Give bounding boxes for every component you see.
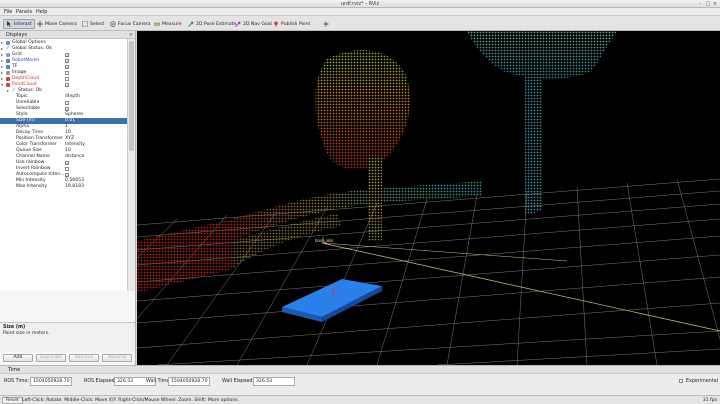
focus-camera-label: Focus Camera (118, 21, 151, 27)
wall-time-field[interactable]: 1504050928.70 (168, 377, 210, 386)
publish-point-tool[interactable]: Publish Point (270, 19, 313, 29)
grid-enable-checkbox[interactable]: ✓ (65, 53, 69, 58)
use-rainbow-checkbox[interactable]: ✓ (65, 161, 69, 166)
ros-time-field[interactable]: 1504050928.70 (30, 377, 72, 386)
description-title: Size (m) (3, 325, 26, 330)
ros-time-label: ROS Time: (4, 379, 30, 384)
prop-value[interactable]: 19.8183 (65, 184, 84, 190)
menu-panels[interactable]: Panels (16, 9, 32, 15)
focus-icon (110, 21, 116, 27)
check-icon: ✓ (6, 46, 10, 51)
nav-goal-label: 2D Nav Goal (243, 21, 272, 27)
interact-label: Interact (14, 21, 32, 27)
publish-point-label: Publish Point (281, 21, 311, 27)
check-icon: ✓ (12, 88, 16, 93)
description-text: Point size in meters. (3, 331, 50, 336)
wall-elapsed-field[interactable]: 326.53 (253, 377, 295, 386)
ros-elapsed-label: ROS Elapsed: (84, 379, 117, 384)
fps-readout: 31 fps (702, 398, 717, 403)
displays-title: Displays (6, 32, 28, 38)
wall-elapsed-label: Wall Elapsed: (222, 379, 255, 384)
image-icon (6, 71, 10, 75)
point-cloud-enable-checkbox[interactable]: ✓ (65, 83, 69, 88)
displays-header: Displays × (0, 31, 135, 39)
grid-icon (6, 53, 10, 57)
frame-label: base_link (315, 238, 334, 243)
depth-cloud-icon (6, 77, 10, 81)
measure-label: Measure (162, 21, 182, 27)
tf-icon (6, 65, 10, 69)
prop-max-intensity[interactable]: Max Intensity 19.8183 (0, 184, 127, 190)
measure-tool[interactable]: Measure (151, 19, 185, 29)
displays-tree: ▸ Global Options ▸ ✓ Global Status: Ok ▸… (0, 39, 135, 291)
focus-camera-tool[interactable]: Focus Camera (107, 19, 154, 29)
blue-box (282, 279, 382, 322)
depth-cloud-enable-checkbox[interactable] (65, 77, 69, 81)
time-header: Time (0, 366, 720, 374)
green-arrow-icon (188, 21, 194, 27)
add-button[interactable]: Add (3, 354, 33, 362)
experimental-label: Experimental (686, 379, 718, 384)
point-cloud (137, 31, 617, 293)
render-viewport[interactable]: base_link (137, 31, 720, 365)
window-title: urdf.rviz* - RViz (340, 1, 380, 7)
autocompute-checkbox[interactable]: ✓ (65, 173, 69, 178)
robot-model-enable-checkbox[interactable]: ✓ (65, 59, 69, 64)
axis-line (321, 242, 568, 262)
reset-button[interactable]: Reset (2, 397, 23, 404)
status-hint: Left-Click: Rotate. Middle-Click: Move X… (22, 398, 240, 403)
plus-icon (323, 21, 329, 27)
close-icon[interactable]: × (712, 1, 718, 7)
selectable-checkbox[interactable]: ✓ (65, 107, 69, 112)
add-tool-button[interactable] (320, 19, 332, 29)
unreliable-checkbox[interactable] (65, 101, 69, 105)
point-cloud-icon (6, 83, 10, 87)
scrollbar-thumb[interactable] (129, 41, 134, 151)
time-title: Time (8, 367, 21, 373)
menu-file[interactable]: File (4, 9, 12, 15)
pose-estimate-label: 2D Pose Estimate (196, 21, 237, 27)
panel-close-icon[interactable]: × (129, 31, 133, 39)
title-bar: urdf.rviz* - RViz – □ × (0, 0, 720, 8)
duplicate-button[interactable]: Duplicate (36, 354, 66, 362)
time-panel: Time ROS Time: 1504050928.70 ROS Elapsed… (0, 365, 720, 395)
maximize-icon[interactable]: □ (705, 1, 711, 7)
experimental-checkbox[interactable] (679, 379, 683, 383)
move-camera-tool[interactable]: Move Camera (34, 19, 80, 29)
pin-icon (273, 21, 279, 27)
move-icon (37, 21, 43, 27)
status-bar: Reset Left-Click: Rotate. Middle-Click: … (0, 395, 720, 404)
settings-icon (6, 41, 10, 45)
scene-svg: base_link (137, 31, 720, 365)
remove-button[interactable]: Remove (69, 354, 99, 362)
displays-panel: Displays × ▸ Global Options ▸ ✓ Global S… (0, 31, 136, 365)
cursor-icon (6, 21, 12, 27)
ruler-icon (153, 21, 161, 27)
ground-grid (137, 178, 720, 365)
rename-button[interactable]: Rename (102, 354, 132, 362)
select-icon (82, 21, 88, 27)
select-tool[interactable]: Select (79, 19, 107, 29)
toolbar: Interact Move Camera Select Focus Camera… (0, 16, 720, 31)
property-description: Size (m) Point size in meters. (0, 322, 135, 352)
move-camera-label: Move Camera (45, 21, 77, 27)
menu-bar: File Panels Help (0, 8, 720, 16)
image-enable-checkbox[interactable] (65, 71, 69, 75)
displays-scrollbar[interactable] (127, 39, 135, 291)
robot-icon (6, 59, 10, 63)
invert-rainbow-checkbox[interactable] (65, 167, 69, 171)
purple-arrow-icon (235, 21, 241, 27)
displays-buttons: Add Duplicate Remove Rename (0, 352, 135, 365)
prop-label: Max Intensity (16, 184, 47, 189)
minimize-icon[interactable]: – (697, 1, 703, 7)
tf-enable-checkbox[interactable]: ✓ (65, 65, 69, 70)
select-label: Select (90, 21, 105, 27)
nav-goal-tool[interactable]: 2D Nav Goal (232, 19, 275, 29)
menu-help[interactable]: Help (36, 9, 47, 15)
interact-tool[interactable]: Interact (3, 19, 35, 29)
robot-marker: base_link (315, 237, 334, 244)
